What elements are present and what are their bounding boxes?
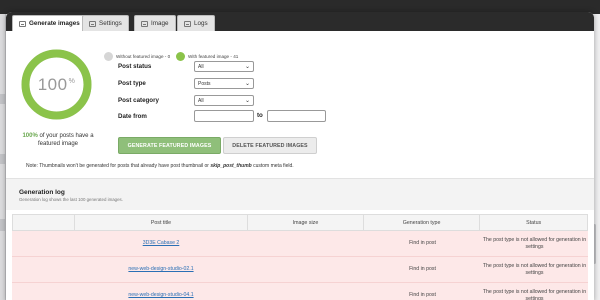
status-cell: The post type is not allowed for generat… <box>482 288 587 300</box>
tab-label: Logs <box>194 20 208 27</box>
status-cell: The post type is not allowed for generat… <box>482 262 587 276</box>
tab-label: Image <box>151 20 169 27</box>
post-category-label: Post category <box>118 97 159 104</box>
column-header-post-title: Post title <box>75 215 249 230</box>
generation-log-title: Generation log <box>19 189 65 196</box>
legend-dot-green <box>176 52 185 61</box>
thumbnail-note: Note: Thumbnails won't be generated for … <box>26 163 294 169</box>
progress-caption-text: of your posts have a featured image <box>37 133 94 147</box>
image-size-cell <box>248 231 364 256</box>
progress-number: 100 <box>37 75 68 94</box>
generation-type-cell: Find in post <box>409 240 436 246</box>
tab-image[interactable]: Image <box>134 15 176 31</box>
table-row: new-web-design-studio-04.1 Find in post … <box>12 283 588 300</box>
post-type-label: Post type <box>118 80 146 87</box>
note-emphasis: skip_post_thumb <box>210 163 252 169</box>
note-prefix: Note: Thumbnails won't be generated for … <box>26 163 211 169</box>
note-suffix: custom meta field. <box>251 163 294 169</box>
column-header-generation-type: Generation type <box>364 215 481 230</box>
legend-with-featured: With featured image - 41 <box>176 52 238 61</box>
column-header-status: Status <box>526 219 542 226</box>
delete-featured-images-button[interactable]: Delete featured images <box>223 137 317 154</box>
table-header: Post title Image size Generation type St… <box>12 214 588 231</box>
tab-bar: Generate images Settings Image Logs <box>6 12 594 31</box>
table-row: new-web-design-studio-02.1 Find in post … <box>12 257 588 283</box>
plugin-window: Generate images Settings Image Logs 100%… <box>6 12 594 300</box>
generation-type-cell: Find in post <box>409 266 436 272</box>
row-thumb-cell <box>12 257 74 282</box>
post-category-value: All <box>198 98 204 104</box>
post-status-label: Post status <box>118 63 152 70</box>
chevron-down-icon: ⌄ <box>244 81 250 87</box>
legend-dot-gray <box>104 52 113 61</box>
logs-icon <box>184 20 191 27</box>
post-type-select[interactable]: Posts ⌄ <box>194 78 254 89</box>
progress-value: 100% <box>20 75 93 95</box>
legend-without-featured: Without featured image - 0 <box>104 52 170 61</box>
post-status-value: All <box>198 64 204 70</box>
date-to-label: to <box>257 112 263 119</box>
tab-label: Settings <box>99 20 122 27</box>
column-header-thumb <box>13 215 75 230</box>
progress-caption-value: 100% <box>22 133 38 139</box>
tab-logs[interactable]: Logs <box>177 15 215 31</box>
sidebar-item-stub <box>0 154 5 164</box>
progress-circle: 100% <box>20 48 93 121</box>
generation-log-header <box>6 178 594 210</box>
generation-type-cell: Find in post <box>409 292 436 298</box>
date-from-label: Date from <box>118 113 147 120</box>
date-to-input[interactable] <box>267 110 326 122</box>
generation-log-table: Post title Image size Generation type St… <box>12 214 588 300</box>
tab-generate-images[interactable]: Generate images <box>12 15 87 31</box>
legend-label: With featured image - 41 <box>188 54 239 59</box>
image-size-cell <box>248 257 364 282</box>
generate-featured-images-button[interactable]: Generate featured images <box>118 137 221 154</box>
image-size-cell <box>248 283 364 300</box>
progress-caption: 100% of your posts have a featured image <box>18 132 98 148</box>
progress-percent-sign: % <box>68 78 76 85</box>
image-icon <box>19 20 26 27</box>
column-header-image-size: Image size <box>248 215 364 230</box>
tab-label: Generate images <box>29 20 80 27</box>
sidebar-item-stub <box>0 94 5 104</box>
table-row: 3D3E Cabase 2 Find in post The post type… <box>12 231 588 257</box>
post-title-link[interactable]: new-web-design-studio-04.1 <box>74 283 248 300</box>
post-status-select[interactable]: All ⌄ <box>194 61 254 72</box>
post-type-value: Posts <box>198 81 211 87</box>
chevron-down-icon: ⌄ <box>244 98 250 104</box>
sidebar-item-stub <box>0 219 5 231</box>
post-title-link[interactable]: 3D3E Cabase 2 <box>74 231 248 256</box>
generation-log-subtitle: Generation log shows the last 100 genera… <box>19 197 123 202</box>
date-from-input[interactable] <box>194 110 254 122</box>
post-title-link[interactable]: new-web-design-studio-02.1 <box>74 257 248 282</box>
row-thumb-cell <box>12 283 74 300</box>
chevron-down-icon: ⌄ <box>244 64 250 70</box>
row-thumb-cell <box>12 231 74 256</box>
status-cell: The post type is not allowed for generat… <box>482 236 587 250</box>
settings-icon <box>89 20 96 27</box>
image-icon <box>141 20 148 27</box>
tab-settings[interactable]: Settings <box>82 15 129 31</box>
post-category-select[interactable]: All ⌄ <box>194 95 254 106</box>
legend-label: Without featured image - 0 <box>116 54 171 59</box>
